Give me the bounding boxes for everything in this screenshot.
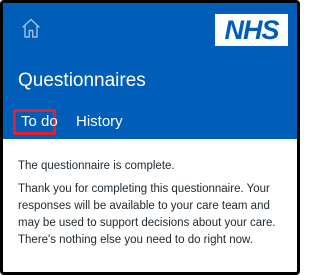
nhs-logo-text: NHS — [224, 14, 279, 45]
home-icon[interactable] — [20, 17, 42, 39]
app-screen: NHS Questionnaires To do History The que… — [0, 0, 300, 275]
page-title: Questionnaires — [18, 70, 146, 91]
completion-message-line: may be used to support decisions about y… — [18, 217, 276, 229]
completion-message-line: Thank you for completing this questionna… — [18, 183, 270, 195]
completion-status-text: The questionnaire is complete. — [18, 160, 175, 172]
nhs-logo: NHS — [215, 14, 288, 46]
app-header: NHS Questionnaires To do History — [3, 3, 297, 139]
home-icon-graphic — [22, 18, 40, 38]
completion-message-line: There's nothing else you need to do righ… — [18, 234, 253, 246]
questionnaire-complete-panel: The questionnaire is complete. Thank you… — [18, 158, 286, 249]
tab-history[interactable]: History — [76, 109, 123, 135]
tab-to-do[interactable]: To do — [13, 109, 58, 135]
completion-message-line: responses will be available to your care… — [18, 200, 270, 212]
